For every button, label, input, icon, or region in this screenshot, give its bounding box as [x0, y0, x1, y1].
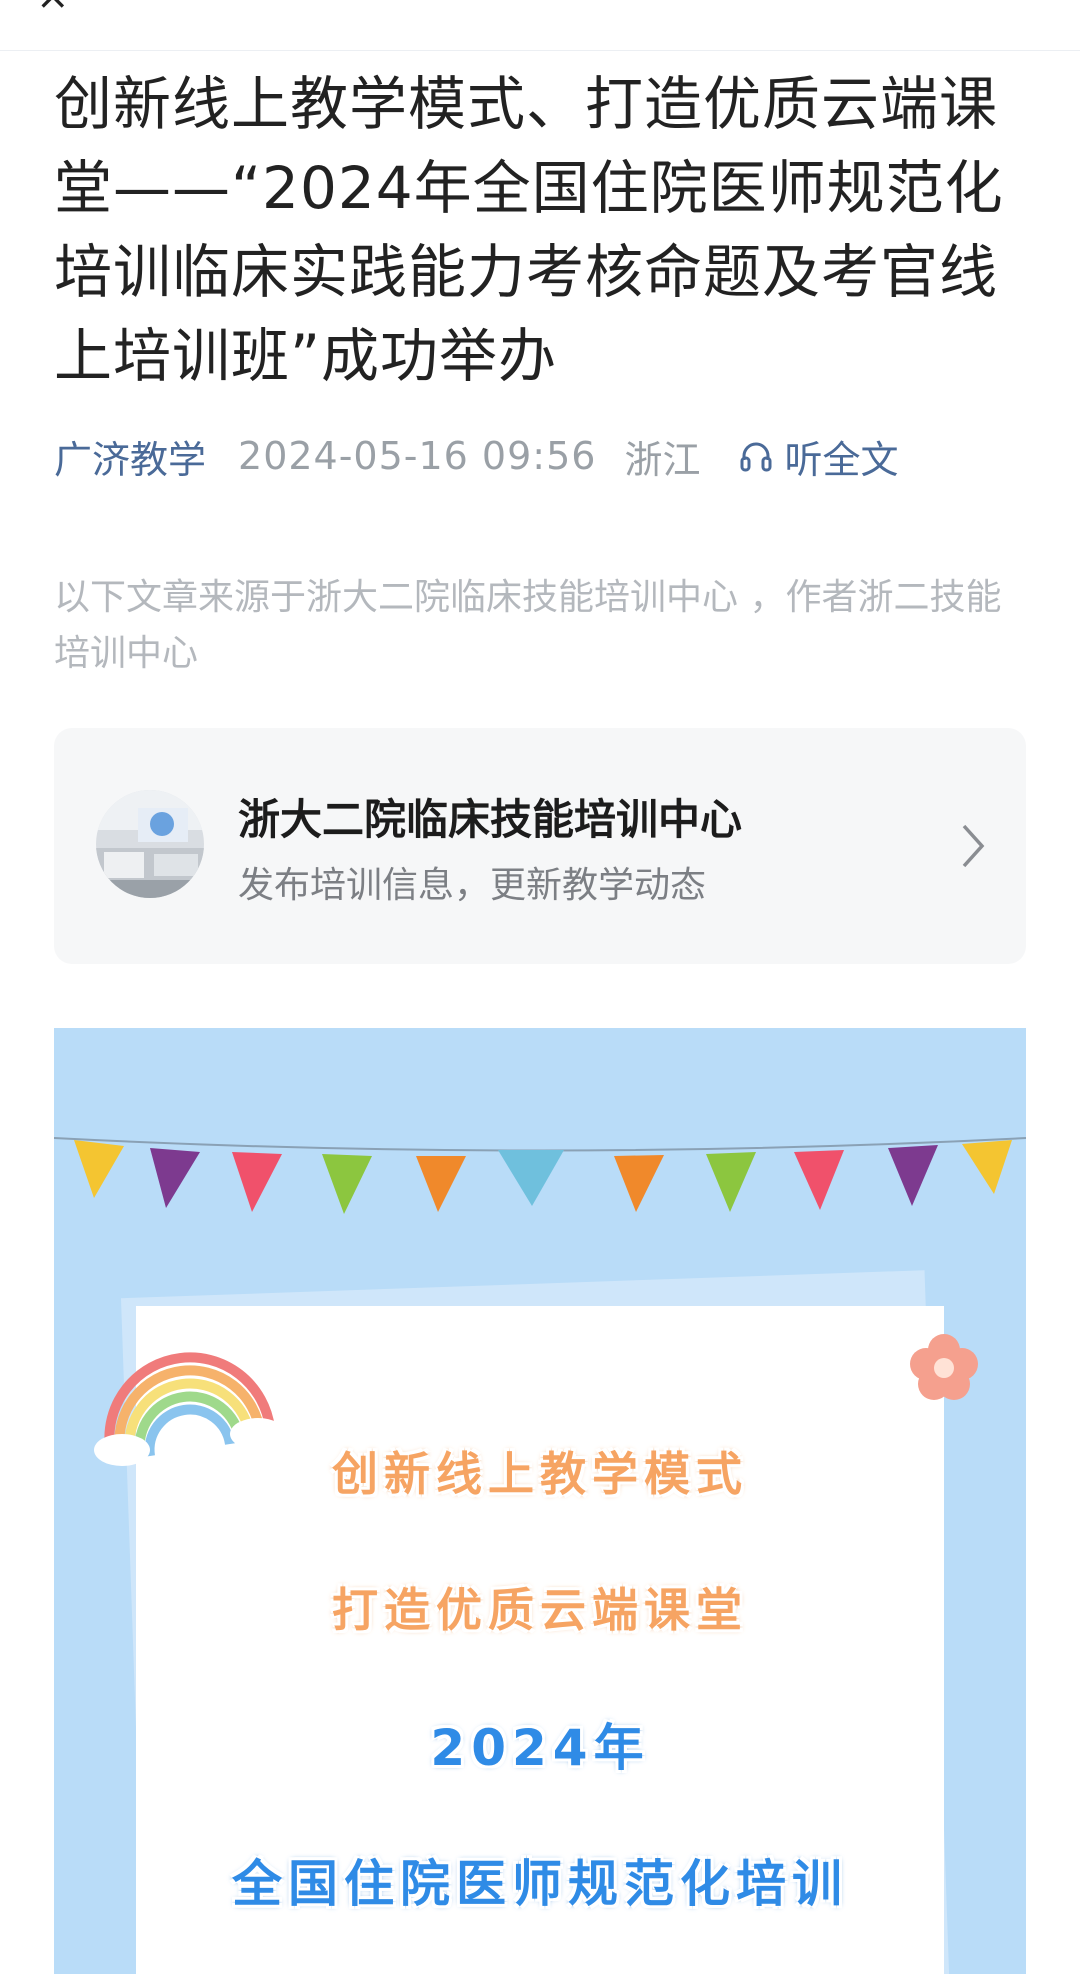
article-title: 创新线上教学模式、打造优质云端课堂——“2024年全国住院医师规范化培训临床实践… [54, 70, 1004, 390]
bunting-flags [54, 1137, 1026, 1214]
source-account-card[interactable]: 浙大二院临床技能培训中心 发布培训信息，更新教学动态 [54, 728, 1026, 964]
article-meta: 广济教学 2024-05-16 09:56 浙江 听全文 [54, 428, 1034, 484]
publish-date: 2024-05-16 09:56 [238, 434, 597, 478]
top-bar: × [0, 0, 1080, 51]
chevron-right-icon [962, 824, 985, 868]
listen-label: 听全文 [784, 437, 899, 482]
poster-line-3: 2024年 [430, 1719, 650, 1777]
publish-region: 浙江 [624, 437, 701, 482]
listen-full-text-button[interactable]: 听全文 [738, 429, 898, 484]
source-note: 以下文章来源于浙大二院临床技能培训中心 ，作者浙二技能培训中心 [54, 577, 1002, 674]
avatar [96, 790, 204, 898]
poster-line-4: 全国住院医师规范化培训 [232, 1855, 848, 1913]
article-poster-image: 创新线上教学模式 打造优质云端课堂 2024年 全国住院医师规范化培训 [54, 1028, 1026, 1974]
headphones-icon [740, 442, 772, 472]
source-account-description: 发布培训信息，更新教学动态 [238, 865, 707, 906]
poster-line-1: 创新线上教学模式 [332, 1447, 748, 1501]
poster-line-2: 打造优质云端课堂 [332, 1583, 748, 1637]
close-icon[interactable]: × [36, 0, 70, 16]
source-account-name: 浙大二院临床技能培训中心 [238, 795, 743, 844]
avatar-photo [96, 790, 204, 898]
flower-decoration [910, 1334, 978, 1400]
account-name-link[interactable]: 广济教学 [54, 429, 206, 484]
